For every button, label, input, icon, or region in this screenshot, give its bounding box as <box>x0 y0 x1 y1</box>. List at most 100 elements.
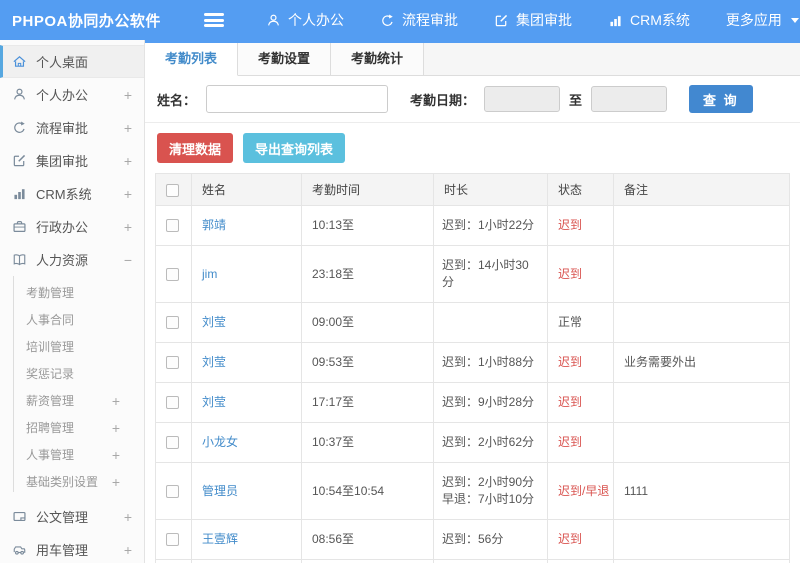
employee-name-link[interactable]: jim <box>202 267 217 281</box>
attendance-table-wrap: 姓名 考勤时间 时长 状态 备注 郭靖 10:13至 迟到：1小时22分 迟到 jim 23:18… <box>145 173 800 563</box>
sidebar-subitem-label: 人事合同 <box>26 313 75 327</box>
sidebar-item[interactable]: 人力资源 − <box>0 243 144 276</box>
tab-item[interactable]: 考勤统计 <box>331 43 425 75</box>
expand-plus-icon[interactable]: + <box>112 448 120 462</box>
sidebar-subitem-label: 人事管理 <box>26 448 75 462</box>
sidebar-subitem[interactable]: 考勤管理 <box>0 279 144 306</box>
sidebar-subitem[interactable]: 奖惩记录 <box>0 360 144 387</box>
nav-item[interactable]: CRM系统 <box>608 10 690 30</box>
row-checkbox[interactable] <box>166 219 179 233</box>
expand-plus-icon[interactable]: + <box>112 394 120 408</box>
table-row: 小龙女 10:37至 迟到：2小时62分 迟到 <box>155 422 790 463</box>
row-checkbox[interactable] <box>166 533 179 547</box>
expand-plus-icon[interactable]: + <box>124 510 132 524</box>
tab-active[interactable]: 考勤列表 <box>145 43 239 76</box>
employee-name-link[interactable]: 管理员 <box>202 484 238 498</box>
row-checkbox[interactable] <box>166 396 179 410</box>
row-checkbox[interactable] <box>166 356 179 370</box>
nav-item[interactable]: 更多应用 <box>726 10 799 30</box>
nav-item-label: CRM系统 <box>630 12 690 28</box>
row-checkbox[interactable] <box>166 436 179 450</box>
row-checkbox[interactable] <box>166 267 179 281</box>
row-checkbox[interactable] <box>166 484 179 498</box>
select-all-checkbox[interactable] <box>166 183 179 197</box>
search-button[interactable]: 查 询 <box>689 85 753 113</box>
sidebar-subitem[interactable]: 人事合同 <box>0 306 144 333</box>
date-to-input[interactable] <box>591 86 668 112</box>
sidebar-item[interactable]: 公文管理 + <box>0 500 144 533</box>
chart-icon <box>12 186 27 201</box>
time-cell: 09:53至 <box>301 342 434 383</box>
sidebar-item[interactable]: 行政办公 + <box>0 210 144 243</box>
expand-plus-icon[interactable]: + <box>112 475 120 489</box>
name-input[interactable] <box>206 85 389 113</box>
sidebar-item[interactable]: 用车管理 + <box>0 533 144 563</box>
sidebar-item-label: 行政办公 <box>36 220 89 235</box>
sidebar-item[interactable]: 流程审批 + <box>0 111 144 144</box>
tab-item[interactable]: 考勤设置 <box>238 43 332 75</box>
employee-name-link[interactable]: 王壹辉 <box>202 532 238 546</box>
app-window: PHPOA协同办公软件 个人办公 流程审批 集团审批 CRM系统 更多应用 个人桌面 个人… <box>0 0 800 563</box>
nav-item-label: 流程审批 <box>402 12 458 28</box>
employee-name-link[interactable]: 刘莹 <box>202 395 226 409</box>
status-cell: 迟到 <box>547 519 614 560</box>
status-cell: 正常 <box>547 302 614 343</box>
sidebar-subitem-label: 薪资管理 <box>26 394 75 408</box>
nav-item-label: 更多应用 <box>725 12 782 28</box>
expand-plus-icon[interactable]: + <box>124 121 132 135</box>
expand-plus-icon[interactable]: + <box>112 421 120 435</box>
name-cell: 王壹辉 <box>191 519 302 560</box>
sidebar-item[interactable]: 个人桌面 <box>0 45 144 78</box>
note-cell <box>613 205 790 246</box>
status-badge: 迟到 <box>558 395 583 409</box>
collapse-minus-icon[interactable]: − <box>124 253 132 267</box>
name-cell: 刘莹 <box>191 342 302 383</box>
clean-data-button[interactable]: 清理数据 <box>157 133 234 163</box>
date-from-input[interactable] <box>484 86 561 112</box>
sidebar-item[interactable]: 个人办公 + <box>0 78 144 111</box>
sidebar-subitem[interactable]: 薪资管理 + <box>0 387 144 414</box>
sidebar-subitem[interactable]: 人事管理 + <box>0 441 144 468</box>
export-list-button[interactable]: 导出查询列表 <box>243 133 346 163</box>
sidebar-submenu: 考勤管理 人事合同 培训管理 奖惩记录 薪资管理 + 招聘管理 + 人事管理 + 基础类别设置 + <box>0 276 144 500</box>
sidebar-item[interactable]: CRM系统 + <box>0 177 144 210</box>
sidebar-subitem-label: 基础类别设置 <box>26 475 99 489</box>
caret-down-icon <box>790 18 799 27</box>
time-cell: 13:20至13:20 <box>301 559 434 563</box>
employee-name-link[interactable]: 小龙女 <box>202 435 238 449</box>
status-badge: 正常 <box>558 315 583 329</box>
row-checkbox[interactable] <box>166 316 179 330</box>
note-cell <box>613 519 790 560</box>
expand-plus-icon[interactable]: + <box>124 220 132 234</box>
status-badge: 迟到/早退 <box>558 483 610 498</box>
flow-icon <box>12 120 27 135</box>
duration-cell: 迟到：5小时33分早退：4小时67分 <box>433 559 548 563</box>
expand-plus-icon[interactable]: + <box>124 88 132 102</box>
sidebar-item-label: 人力资源 <box>36 253 89 268</box>
nav-item[interactable]: 集团审批 <box>494 10 572 30</box>
time-cell: 08:56至 <box>301 519 434 560</box>
employee-name-link[interactable]: 郭靖 <box>202 218 226 232</box>
row-checkbox-cell <box>155 519 192 560</box>
duration-cell: 迟到：1小时88分 <box>433 342 548 383</box>
expand-plus-icon[interactable]: + <box>124 187 132 201</box>
table-row: 管理员 10:54至10:54 迟到：2小时90分 早退：7小时10分 迟到/早退 111… <box>155 462 790 520</box>
nav-item[interactable]: 流程审批 <box>380 10 458 30</box>
duration-cell: 迟到：1小时22分 <box>433 205 548 246</box>
nav-item[interactable]: 个人办公 <box>266 10 344 30</box>
expand-plus-icon[interactable]: + <box>124 543 132 557</box>
row-checkbox-cell <box>155 205 192 246</box>
duration-line: 迟到：2小时62分 <box>442 435 535 449</box>
expand-plus-icon[interactable]: + <box>124 154 132 168</box>
nav-item-label: 个人办公 <box>288 12 344 28</box>
sidebar-subitem[interactable]: 基础类别设置 + <box>0 468 144 495</box>
sidebar-subitem[interactable]: 招聘管理 + <box>0 414 144 441</box>
sidebar-item[interactable]: 集团审批 + <box>0 144 144 177</box>
row-checkbox-cell <box>155 302 192 343</box>
sidebar-subitem[interactable]: 培训管理 <box>0 333 144 360</box>
employee-name-link[interactable]: 刘莹 <box>202 315 226 329</box>
employee-name-link[interactable]: 刘莹 <box>202 355 226 369</box>
book-icon <box>12 252 27 267</box>
menu-toggle-icon[interactable] <box>204 13 224 27</box>
time-cell: 10:54至10:54 <box>301 462 434 520</box>
